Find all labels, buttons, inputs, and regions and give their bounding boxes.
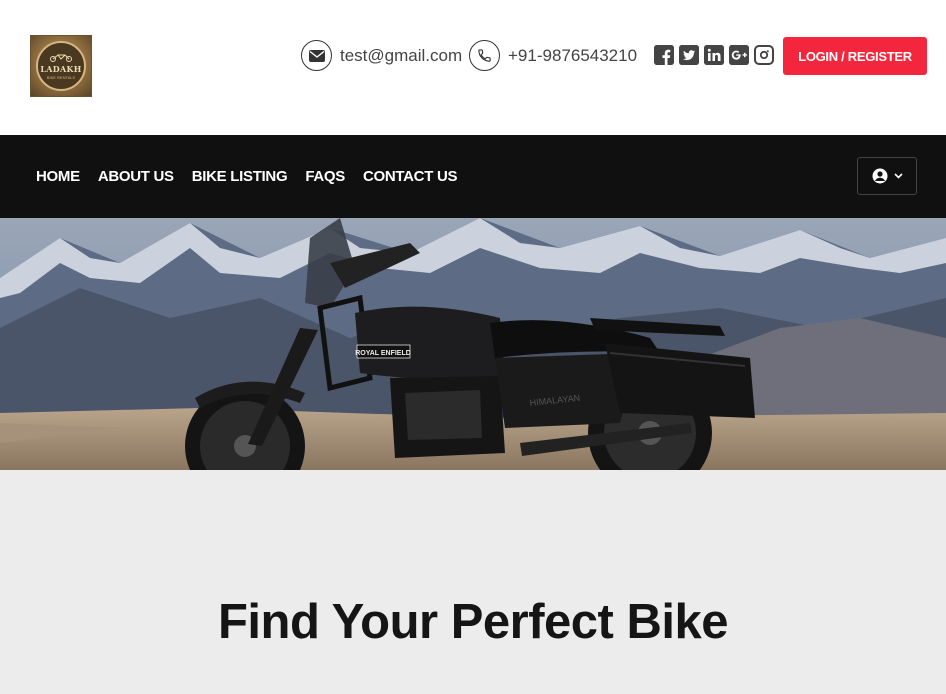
nav-about-us[interactable]: ABOUT US (98, 168, 174, 185)
nav-contact-us[interactable]: CONTACT US (363, 168, 458, 185)
twitter-icon[interactable] (679, 45, 699, 65)
linkedin-icon[interactable] (704, 45, 724, 65)
motorcycle-icon (50, 54, 72, 62)
nav-links: HOME ABOUT US BIKE LISTING FAQS CONTACT … (36, 135, 457, 218)
logo-subtext: BIKE RENTALS (46, 75, 76, 80)
top-header: LADAKH BIKE RENTALS test@gmail.com +91-9… (0, 0, 946, 135)
main-nav: HOME ABOUT US BIKE LISTING FAQS CONTACT … (0, 135, 946, 218)
logo-badge: LADAKH BIKE RENTALS (36, 41, 86, 91)
logo-text: LADAKH (40, 64, 82, 74)
instagram-icon[interactable] (754, 45, 774, 65)
nav-bike-listing[interactable]: BIKE LISTING (192, 168, 288, 185)
facebook-icon[interactable] (654, 45, 674, 65)
email-link[interactable]: test@gmail.com (340, 46, 462, 66)
hero-motorcycle-image: ROYAL ENFIELD HIMALAYAN (0, 218, 946, 470)
social-links (654, 45, 774, 65)
contact-phone: +91-9876543210 (469, 40, 637, 71)
hero-banner: ROYAL ENFIELD HIMALAYAN (0, 218, 946, 470)
find-bike-section: Find Your Perfect Bike (0, 470, 946, 694)
contact-email: test@gmail.com (301, 40, 462, 71)
nav-home[interactable]: HOME (36, 168, 80, 185)
google-plus-icon[interactable] (729, 45, 749, 65)
phone-icon (469, 40, 500, 71)
site-logo[interactable]: LADAKH BIKE RENTALS (30, 35, 92, 97)
user-menu-button[interactable] (857, 157, 917, 195)
phone-link[interactable]: +91-9876543210 (508, 46, 637, 66)
user-circle-icon (872, 168, 887, 184)
find-title: Find Your Perfect Bike (218, 595, 728, 649)
envelope-icon (301, 40, 332, 71)
chevron-down-icon (893, 173, 903, 179)
nav-faqs[interactable]: FAQS (305, 168, 345, 185)
tank-badge-text: ROYAL ENFIELD (355, 350, 411, 357)
login-register-button[interactable]: LOGIN / REGISTER (783, 37, 927, 75)
